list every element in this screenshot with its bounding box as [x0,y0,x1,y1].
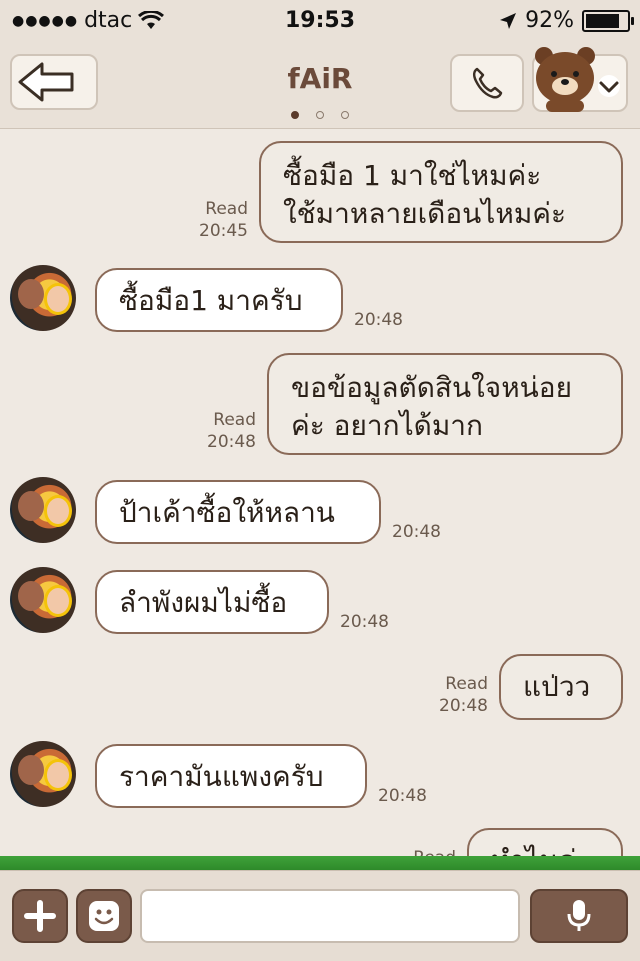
smile-icon [89,901,119,931]
message-text: ค่ะ อยากได้มาก [291,409,483,442]
message-input[interactable] [140,889,520,943]
plus-icon [24,900,56,932]
message-meta: Read 20:48 [198,409,256,453]
message-time: 20:48 [207,432,256,452]
page-dot-3 [341,111,350,119]
message-time: 20:48 [392,522,441,542]
received-message-bubble[interactable]: ลำพังผมไม่ซื้อ [95,570,329,634]
message-text: ซื้อมือ 1 มาใช่ไหมค่ะ [283,159,542,192]
sent-message-bubble[interactable]: แป่วว [499,654,623,720]
message-text: แป่วว [523,670,591,703]
status-right: 92% [499,8,634,33]
message-text: ซื้อมือ1 มาครับ [119,284,303,317]
message-time: 20:48 [378,786,427,806]
message-time: 20:45 [199,221,248,241]
read-receipt: Read [213,410,256,430]
read-receipt: Read [445,674,488,694]
menu-button[interactable] [532,47,628,112]
phone-icon [472,67,503,99]
message-text: ลำพังผมไม่ซื้อ [119,586,288,619]
contact-avatar[interactable] [10,741,76,807]
received-message-bubble[interactable]: ป้าเค้าซื้อให้หลาน [95,480,381,544]
call-button[interactable] [450,54,524,112]
battery-icon [582,9,634,32]
chat-messages[interactable]: Read 20:45 ซื้อมือ 1 มาใช่ไหมค่ะ ใช้มาหล… [0,129,640,870]
chat-header: fAiR [0,40,640,129]
message-text: ราคามันแพงครับ [119,760,324,793]
status-bar: ●●●●● dtac 19:53 92% [0,0,640,40]
contact-avatar[interactable] [10,567,76,633]
page-dot-1 [290,111,299,119]
contact-avatar[interactable] [10,477,76,543]
page-dot-2 [316,111,324,119]
received-message-bubble[interactable]: ราคามันแพงครับ [95,744,367,808]
battery-percent: 92% [525,8,574,33]
received-message-bubble[interactable]: ซื้อมือ1 มาครับ [95,268,343,332]
background-grass [0,856,640,870]
microphone-icon [567,900,591,931]
message-text: ป้าเค้าซื้อให้หลาน [119,496,335,529]
message-text: ขอข้อมูลตัดสินใจหน่อย [291,371,573,404]
brown-bear-icon [535,47,595,112]
emoji-button[interactable] [76,889,132,943]
read-receipt: Read [205,199,248,219]
voice-button[interactable] [530,889,628,943]
chevron-down-icon [598,75,620,97]
contact-avatar[interactable] [10,265,76,331]
message-meta: Read 20:48 [430,673,488,717]
location-arrow-icon [500,12,517,29]
message-time: 20:48 [439,696,488,716]
sent-message-bubble[interactable]: ขอข้อมูลตัดสินใจหน่อย ค่ะ อยากได้มาก [267,353,623,455]
message-time: 20:48 [340,612,389,632]
message-time: 20:48 [354,310,403,330]
add-button[interactable] [12,889,68,943]
sent-message-bubble[interactable]: ซื้อมือ 1 มาใช่ไหมค่ะ ใช้มาหลายเดือนไหมค… [259,141,623,243]
message-text: ใช้มาหลายเดือนไหมค่ะ [283,197,567,230]
message-input-bar [0,870,640,961]
battery-fill [586,13,620,28]
message-meta: Read 20:45 [190,198,248,242]
